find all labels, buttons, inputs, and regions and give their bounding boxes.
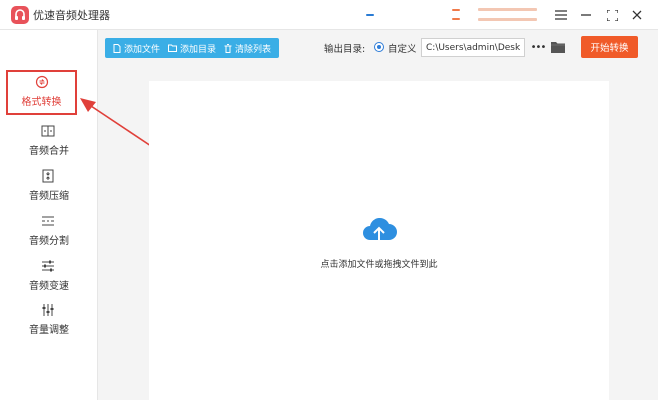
add-folder-label: 添加目录	[180, 44, 217, 55]
titlebar-decoration	[478, 8, 537, 11]
sidebar-item-speed[interactable]: 音频变速	[0, 255, 98, 297]
more-button[interactable]: •••	[530, 38, 547, 56]
sidebar-item-label: 音频变速	[29, 281, 69, 292]
clear-list-button[interactable]: 清除列表	[220, 38, 275, 58]
sidebar-item-split[interactable]: 音频分割	[0, 210, 98, 252]
add-file-label: 添加文件	[124, 44, 161, 55]
app-logo-icon	[11, 6, 29, 24]
titlebar-decoration	[478, 18, 537, 21]
open-folder-icon[interactable]	[550, 39, 566, 55]
custom-radio-label[interactable]: 自定义	[388, 41, 417, 55]
clear-list-label: 清除列表	[235, 44, 272, 55]
output-path-input[interactable]	[421, 38, 525, 57]
add-folder-button[interactable]: 添加目录	[164, 38, 220, 58]
sidebar-item-compress[interactable]: 音频压缩	[0, 165, 98, 207]
titlebar-decoration	[452, 9, 460, 11]
start-convert-button[interactable]: 开始转换	[581, 36, 638, 58]
fullscreen-icon[interactable]	[602, 5, 622, 25]
titlebar-decoration	[366, 14, 374, 16]
compress-icon	[42, 169, 54, 183]
custom-radio[interactable]	[374, 42, 384, 52]
file-button-group: 添加文件 添加目录 清除列表	[105, 38, 280, 58]
file-icon	[113, 43, 121, 53]
title-bar: 优速音频处理器	[0, 0, 658, 30]
drop-hint-text: 点击添加文件或拖拽文件到此	[320, 260, 438, 270]
app-title: 优速音频处理器	[33, 9, 110, 22]
sidebar-item-label: 音频压缩	[29, 191, 69, 202]
sidebar-item-label: 音量调整	[29, 325, 69, 336]
close-icon[interactable]	[627, 5, 647, 25]
titlebar-decoration	[452, 18, 460, 20]
add-file-button[interactable]: 添加文件	[109, 38, 164, 58]
split-icon	[42, 216, 54, 226]
format-convert-icon	[35, 75, 49, 89]
cloud-upload-icon[interactable]	[361, 214, 397, 248]
minimize-icon[interactable]	[576, 5, 596, 25]
file-drop-area[interactable]: 点击添加文件或拖拽文件到此	[149, 81, 609, 400]
trash-icon	[224, 43, 232, 53]
output-dir-label: 输出目录:	[324, 44, 366, 55]
toolbar: 添加文件 添加目录 清除列表 输出目录: 自定义 ••• 开始转换	[98, 30, 658, 66]
volume-adjust-icon	[42, 304, 54, 316]
speed-icon	[42, 260, 54, 272]
folder-icon	[168, 44, 178, 52]
menu-icon[interactable]	[551, 5, 571, 25]
sidebar-item-volume[interactable]: 音量调整	[0, 299, 98, 341]
sidebar-item-label: 音频分割	[29, 236, 69, 247]
merge-icon	[41, 125, 55, 137]
